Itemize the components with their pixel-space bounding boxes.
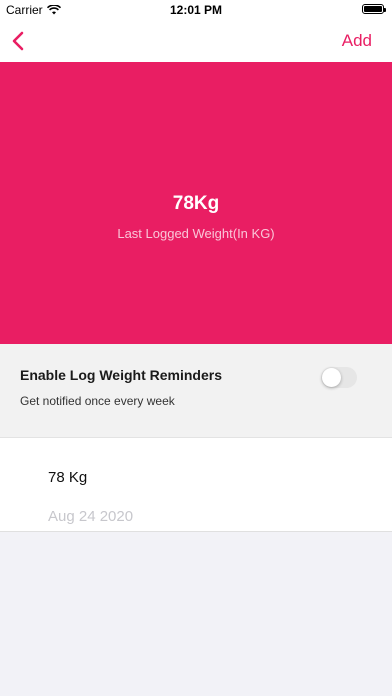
- reminder-subtitle: Get notified once every week: [20, 394, 175, 408]
- back-button[interactable]: [8, 26, 30, 56]
- weight-log-list: 78 Kg Aug 24 2020: [0, 438, 392, 532]
- status-time: 12:01 PM: [169, 3, 223, 17]
- log-entry-date: Aug 24 2020: [48, 508, 134, 525]
- reminder-title: Enable Log Weight Reminders: [20, 367, 222, 383]
- last-weight-value: 78Kg: [172, 193, 220, 214]
- chevron-left-icon: [12, 31, 24, 51]
- reminder-toggle[interactable]: [321, 367, 357, 388]
- status-bar: Carrier 12:01 PM: [0, 0, 392, 20]
- reminder-settings-card: Enable Log Weight Reminders Get notified…: [0, 344, 392, 438]
- add-button[interactable]: Add: [342, 31, 372, 51]
- battery-icon: [362, 4, 386, 14]
- last-weight-banner: 78Kg Last Logged Weight(In KG): [0, 62, 392, 344]
- log-entry-weight: 78 Kg: [48, 469, 88, 486]
- toggle-knob: [322, 368, 341, 387]
- last-weight-caption: Last Logged Weight(In KG): [117, 226, 275, 241]
- navigation-bar: Add: [0, 20, 392, 62]
